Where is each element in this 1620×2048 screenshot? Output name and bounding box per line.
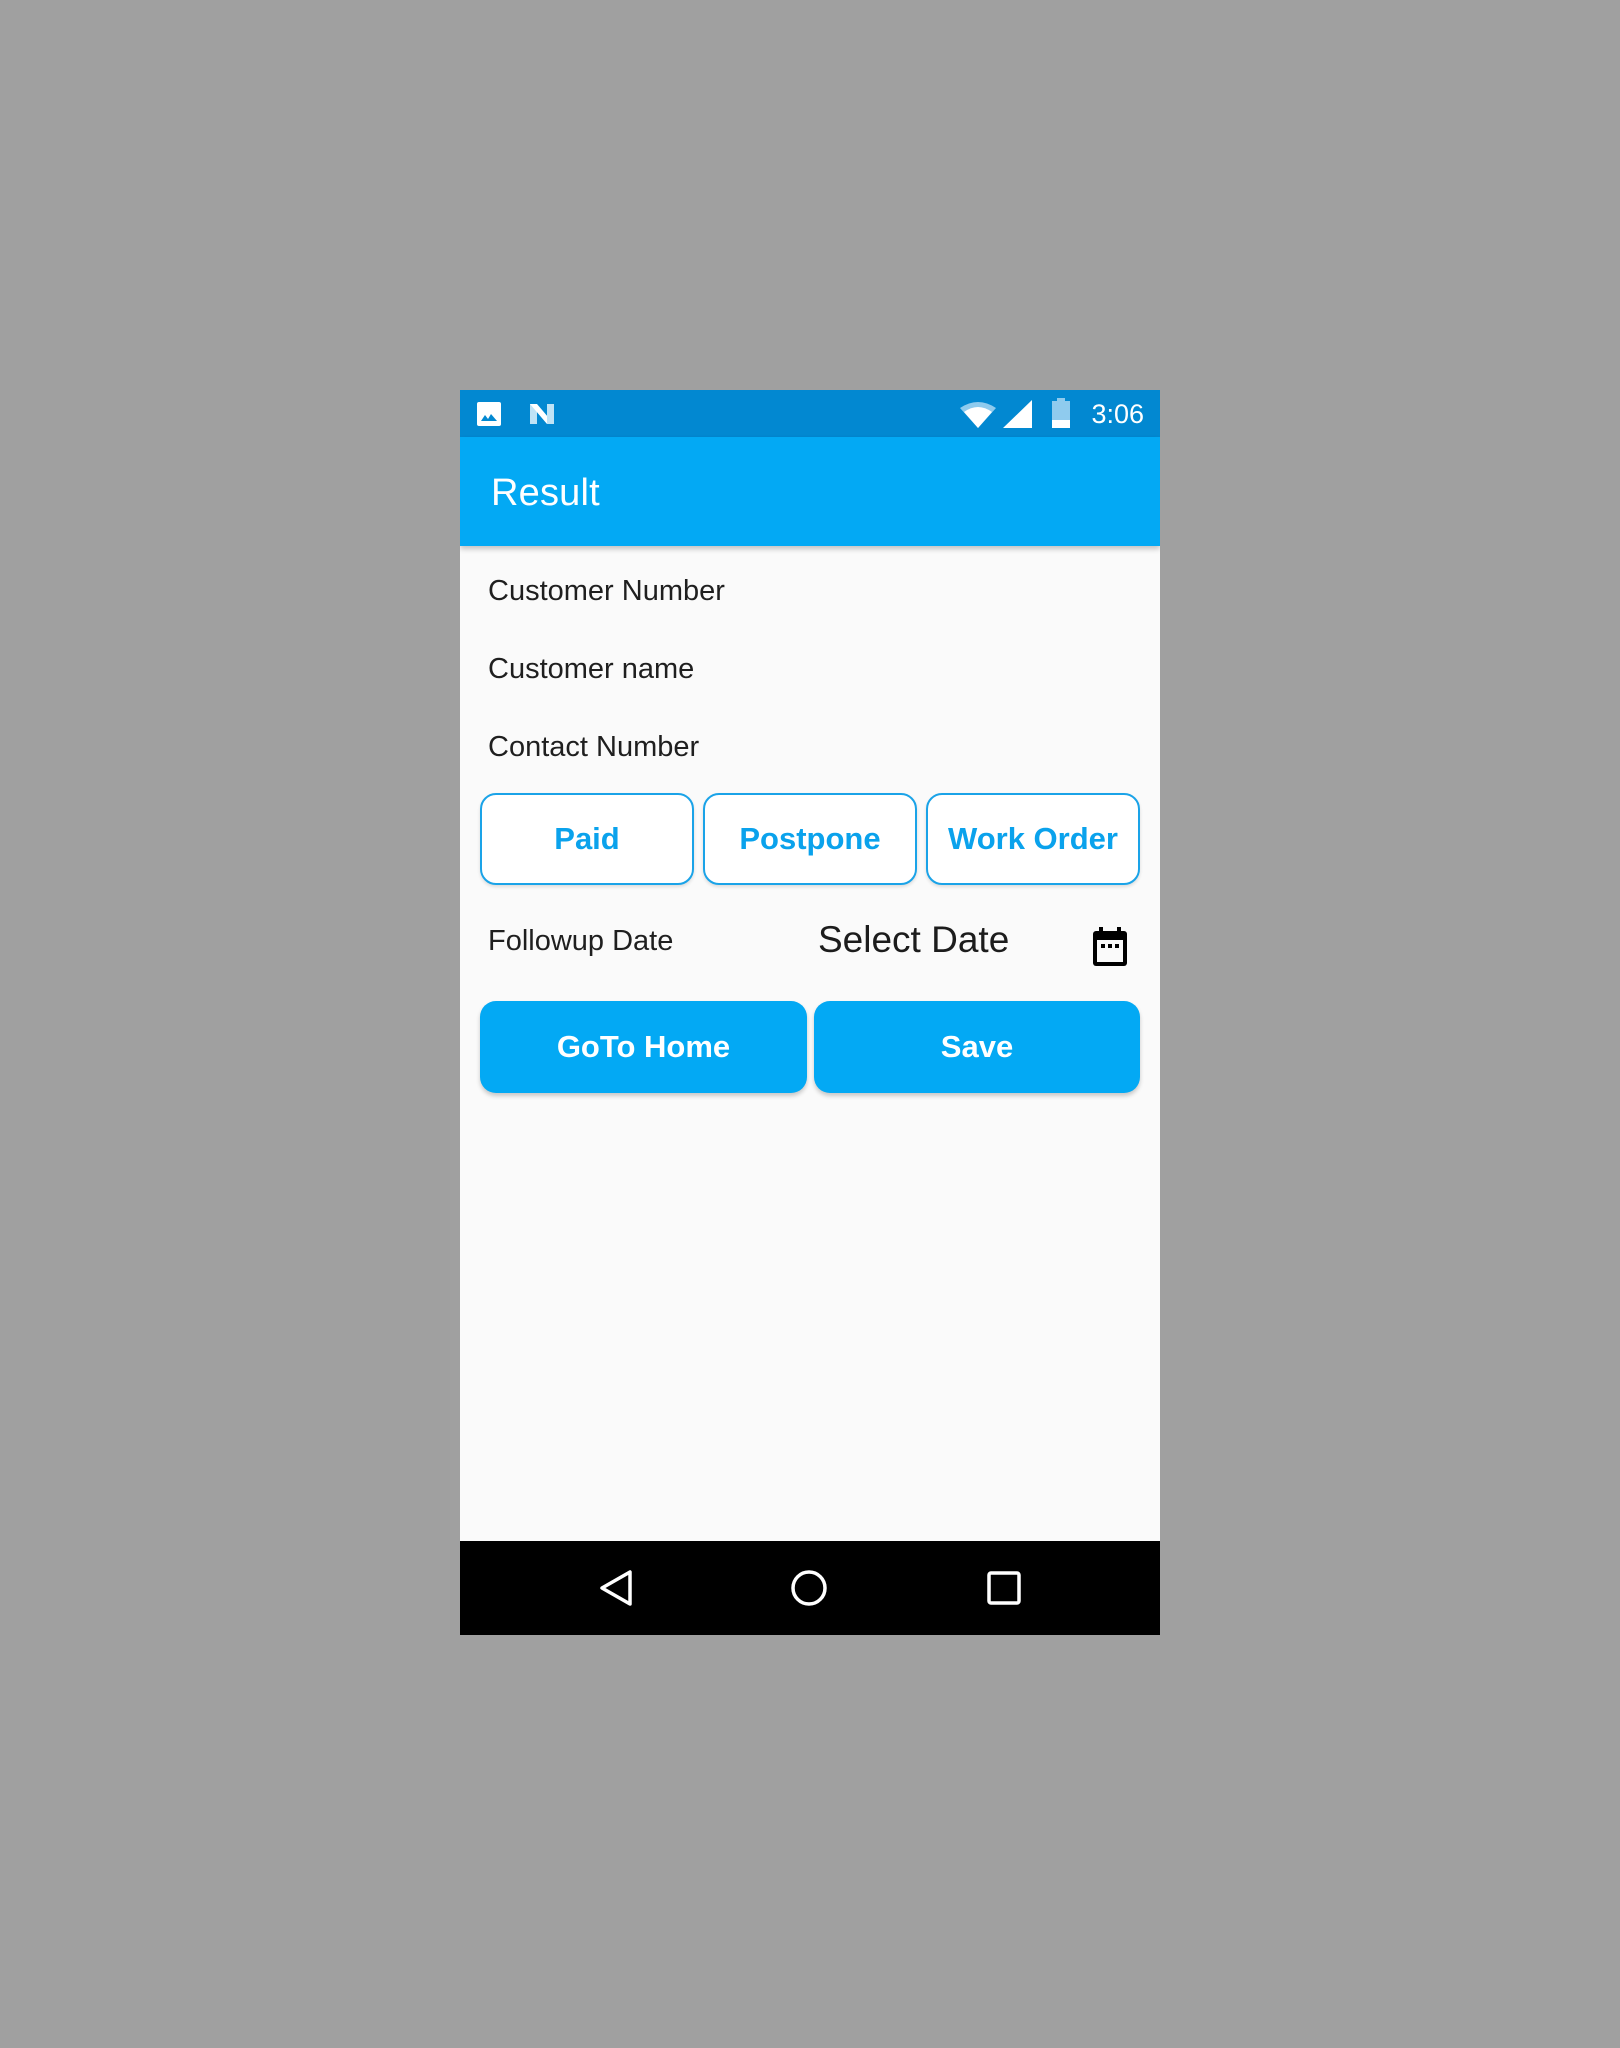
- paid-button[interactable]: Paid: [480, 793, 694, 885]
- system-nav-bar: [460, 1541, 1160, 1635]
- image-notification-icon: [476, 401, 502, 427]
- select-date-field[interactable]: Select Date: [818, 918, 1009, 962]
- phone-screen: 3:06 Result Customer Number Customer nam…: [460, 390, 1160, 1635]
- paid-button-label: Paid: [554, 821, 620, 856]
- page-title: Result: [491, 472, 600, 514]
- customer-name-label: Customer name: [488, 653, 695, 685]
- work-order-button[interactable]: Work Order: [926, 793, 1140, 885]
- result-form: Customer Number Customer name Contact Nu…: [460, 546, 1160, 1541]
- goto-home-button[interactable]: GoTo Home: [480, 1001, 807, 1093]
- followup-date-label: Followup Date: [488, 925, 674, 957]
- back-icon[interactable]: [598, 1569, 634, 1607]
- recents-icon[interactable]: [987, 1571, 1021, 1605]
- work-order-button-label: Work Order: [948, 821, 1118, 856]
- customer-number-label: Customer Number: [488, 575, 725, 607]
- save-button[interactable]: Save: [814, 1001, 1140, 1093]
- cellular-signal-icon: [1003, 400, 1032, 428]
- status-bar: 3:06: [460, 390, 1160, 437]
- postpone-button[interactable]: Postpone: [703, 793, 917, 885]
- wifi-icon: [960, 400, 996, 428]
- save-button-label: Save: [940, 1029, 1014, 1064]
- postpone-button-label: Postpone: [739, 821, 881, 856]
- status-time: 3:06: [1091, 399, 1144, 429]
- n-notification-icon: [528, 402, 556, 426]
- app-toolbar: Result: [460, 437, 1160, 546]
- calendar-icon[interactable]: [1092, 927, 1128, 967]
- battery-icon: [1052, 398, 1070, 428]
- home-icon[interactable]: [790, 1569, 828, 1607]
- goto-home-button-label: GoTo Home: [556, 1029, 731, 1064]
- contact-number-label: Contact Number: [488, 731, 700, 763]
